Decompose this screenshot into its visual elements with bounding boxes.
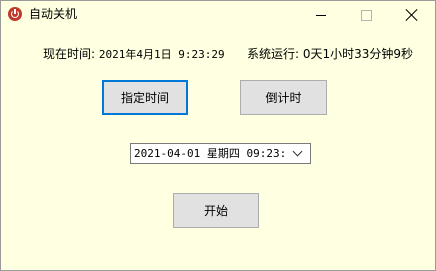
uptime-value: 0天1小时33分钟9秒 (302, 47, 414, 61)
datetime-picker[interactable]: 2021-04-01 星期四 09:23: (130, 143, 311, 164)
uptime-label: 系统运行: 0天1小时33分钟9秒 (247, 46, 413, 62)
minimize-icon (316, 14, 326, 16)
start-button[interactable]: 开始 (173, 193, 259, 228)
current-time-caption: 现在时间: (43, 47, 96, 61)
window-title: 自动关机 (29, 7, 78, 21)
title-bar[interactable]: 自动关机 (1, 1, 435, 29)
uptime-caption: 系统运行: (247, 47, 300, 61)
current-time-label: 现在时间: 2021年4月1日 9:23:29 (43, 46, 225, 63)
set-time-button[interactable]: 指定时间 (102, 80, 188, 115)
chevron-down-icon[interactable] (292, 146, 303, 157)
maximize-button[interactable] (343, 1, 389, 29)
close-icon (406, 9, 418, 21)
countdown-button[interactable]: 倒计时 (240, 80, 327, 115)
maximize-icon (360, 9, 372, 21)
minimize-button[interactable] (298, 1, 344, 29)
power-icon (8, 7, 22, 21)
current-time-value: 2021年4月1日 9:23:29 (98, 48, 225, 61)
close-button[interactable] (389, 1, 435, 29)
app-window: 自动关机 现在时间: 2021年4月1日 9:23:29 系统运行: 0天1小时… (0, 0, 436, 271)
datetime-picker-value: 2021-04-01 星期四 09:23: (134, 147, 287, 160)
